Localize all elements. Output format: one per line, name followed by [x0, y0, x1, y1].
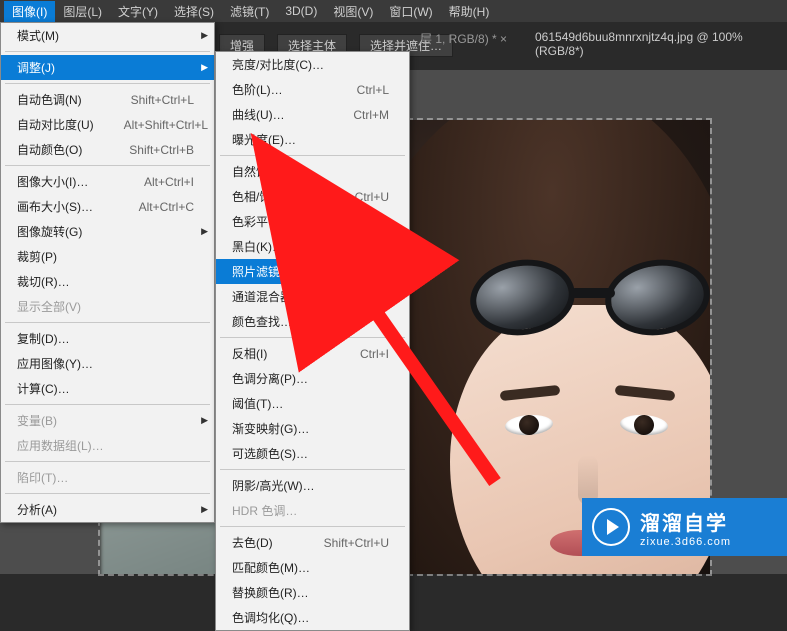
menu-apply-image[interactable]: 应用图像(Y)…	[1, 351, 214, 376]
menu-select[interactable]: 选择(S)	[166, 1, 222, 22]
adjust-replace-color[interactable]: 替换颜色(R)…	[216, 580, 409, 605]
play-icon	[592, 508, 630, 546]
adjust-desaturate[interactable]: 去色(D) Shift+Ctrl+U	[216, 530, 409, 555]
menu-canvas-size[interactable]: 画布大小(S)… Alt+Ctrl+C	[1, 194, 214, 219]
menu-auto-color[interactable]: 自动颜色(O) Shift+Ctrl+B	[1, 137, 214, 162]
menu-view[interactable]: 视图(V)	[325, 1, 381, 22]
adjust-color-lookup[interactable]: 颜色查找…	[216, 309, 409, 334]
adjust-equalize[interactable]: 色调均化(Q)…	[216, 605, 409, 630]
submenu-arrow-icon: ▶	[201, 30, 208, 41]
adjust-gradient-map[interactable]: 渐变映射(G)…	[216, 416, 409, 441]
menu-mode[interactable]: 模式(M) ▶	[1, 23, 214, 48]
submenu-arrow-icon: ▶	[201, 415, 208, 426]
adjust-shadow-highlight[interactable]: 阴影/高光(W)…	[216, 473, 409, 498]
adjust-selective-color[interactable]: 可选颜色(S)…	[216, 441, 409, 466]
adjust-curves[interactable]: 曲线(U)… Ctrl+M	[216, 102, 409, 127]
menu-trim[interactable]: 裁切(R)…	[1, 269, 214, 294]
menu-trap: 陷印(T)…	[1, 465, 214, 490]
adjust-match-color[interactable]: 匹配颜色(M)…	[216, 555, 409, 580]
menu-image-size[interactable]: 图像大小(I)… Alt+Ctrl+I	[1, 169, 214, 194]
menu-help[interactable]: 帮助(H)	[441, 1, 498, 22]
watermark-title: 溜溜自学	[640, 507, 731, 536]
submenu-arrow-icon: ▶	[201, 226, 208, 237]
submenu-arrow-icon: ▶	[201, 504, 208, 515]
menu-duplicate[interactable]: 复制(D)…	[1, 326, 214, 351]
adjust-threshold[interactable]: 阈值(T)…	[216, 391, 409, 416]
adjust-levels[interactable]: 色阶(L)… Ctrl+L	[216, 77, 409, 102]
submenu-arrow-icon: ▶	[201, 62, 208, 73]
menu-auto-tone[interactable]: 自动色调(N) Shift+Ctrl+L	[1, 87, 214, 112]
bridge	[570, 288, 615, 298]
adjust-color-balance[interactable]: 色彩平衡(B)… Ctrl+B	[216, 209, 409, 234]
adjust-brightness-contrast[interactable]: 亮度/对比度(C)…	[216, 52, 409, 77]
adjustments-menu-panel: 亮度/对比度(C)… 色阶(L)… Ctrl+L 曲线(U)… Ctrl+M 曝…	[215, 51, 410, 631]
adjust-hue-saturation[interactable]: 色相/饱和度(H)… Ctrl+U	[216, 184, 409, 209]
menu-calculations[interactable]: 计算(C)…	[1, 376, 214, 401]
menubar: 图像(I) 图层(L) 文字(Y) 选择(S) 滤镜(T) 3D(D) 视图(V…	[0, 0, 787, 22]
watermark: 溜溜自学 zixue.3d66.com	[582, 498, 787, 556]
document-tab-current[interactable]: 061549d6buu8mnrxnjtz4q.jpg @ 100%(RGB/8*…	[535, 30, 787, 58]
lens-right	[600, 253, 710, 342]
menu-window[interactable]: 窗口(W)	[381, 1, 440, 22]
menu-3d[interactable]: 3D(D)	[277, 2, 325, 20]
adjust-exposure[interactable]: 曝光度(E)…	[216, 127, 409, 152]
menu-adjustments-label: 调整(J)	[17, 59, 55, 76]
adjust-channel-mixer[interactable]: 通道混合器(X)…	[216, 284, 409, 309]
document-tab-prev[interactable]: 层 1, RGB/8) * ×	[420, 30, 507, 47]
image-menu-panel: 模式(M) ▶ 调整(J) ▶ 自动色调(N) Shift+Ctrl+L 自动对…	[0, 22, 215, 523]
lens-left	[465, 253, 579, 342]
adjust-hdr-toning: HDR 色调…	[216, 498, 409, 523]
watermark-url: zixue.3d66.com	[640, 536, 731, 548]
adjust-vibrance[interactable]: 自然饱和度(V)…	[216, 159, 409, 184]
menu-image-rotation[interactable]: 图像旋转(G) ▶	[1, 219, 214, 244]
menu-apply-dataset: 应用数据组(L)…	[1, 433, 214, 458]
adjust-invert[interactable]: 反相(I) Ctrl+I	[216, 341, 409, 366]
menu-adjustments[interactable]: 调整(J) ▶	[1, 55, 214, 80]
menu-reveal-all: 显示全部(V)	[1, 294, 214, 319]
menu-filter[interactable]: 滤镜(T)	[222, 1, 277, 22]
adjust-photo-filter[interactable]: 照片滤镜(F)…	[216, 259, 409, 284]
menu-auto-contrast[interactable]: 自动对比度(U) Alt+Shift+Ctrl+L	[1, 112, 214, 137]
adjust-black-white[interactable]: 黑白(K)… Alt+Shift+Ctrl+B	[216, 234, 409, 259]
menu-image[interactable]: 图像(I)	[4, 1, 55, 22]
sunglasses	[470, 260, 710, 340]
menu-type[interactable]: 文字(Y)	[110, 1, 166, 22]
adjust-posterize[interactable]: 色调分离(P)…	[216, 366, 409, 391]
menu-mode-label: 模式(M)	[17, 27, 59, 44]
menu-analysis[interactable]: 分析(A) ▶	[1, 497, 214, 522]
menu-layer[interactable]: 图层(L)	[55, 1, 110, 22]
menu-crop[interactable]: 裁剪(P)	[1, 244, 214, 269]
menu-variables: 变量(B) ▶	[1, 408, 214, 433]
